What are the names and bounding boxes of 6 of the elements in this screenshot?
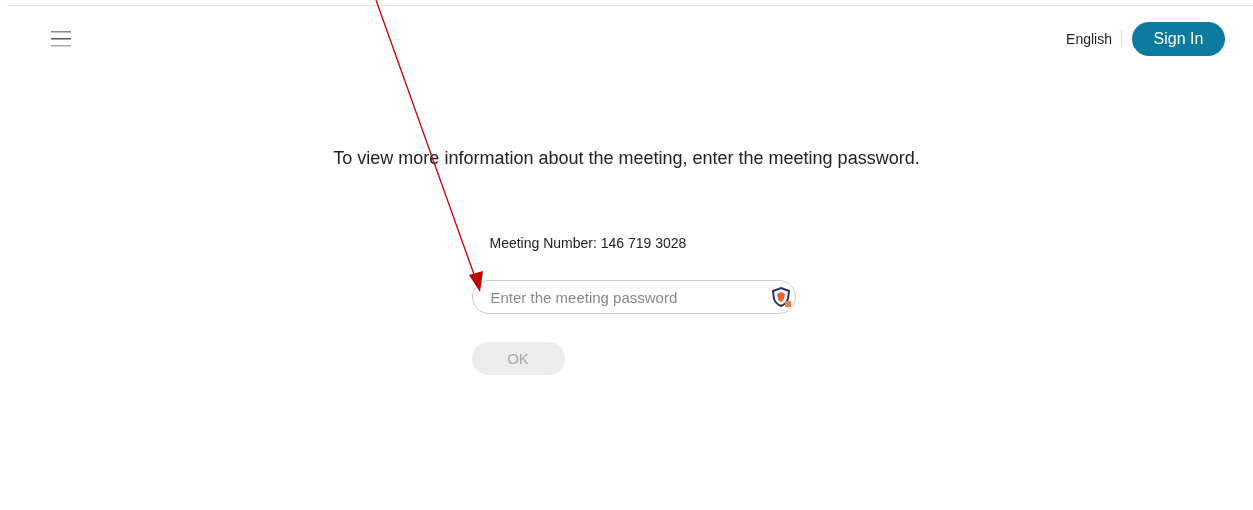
language-link[interactable]: English (1066, 30, 1122, 48)
password-field[interactable]: Enter the meeting password (471, 280, 796, 314)
shield-icon[interactable] (769, 286, 792, 308)
menu-icon[interactable] (51, 30, 71, 48)
sign-in-button[interactable]: Sign In (1132, 22, 1225, 56)
meeting-number: Meeting Number: 146 719 3028 (488, 235, 688, 251)
